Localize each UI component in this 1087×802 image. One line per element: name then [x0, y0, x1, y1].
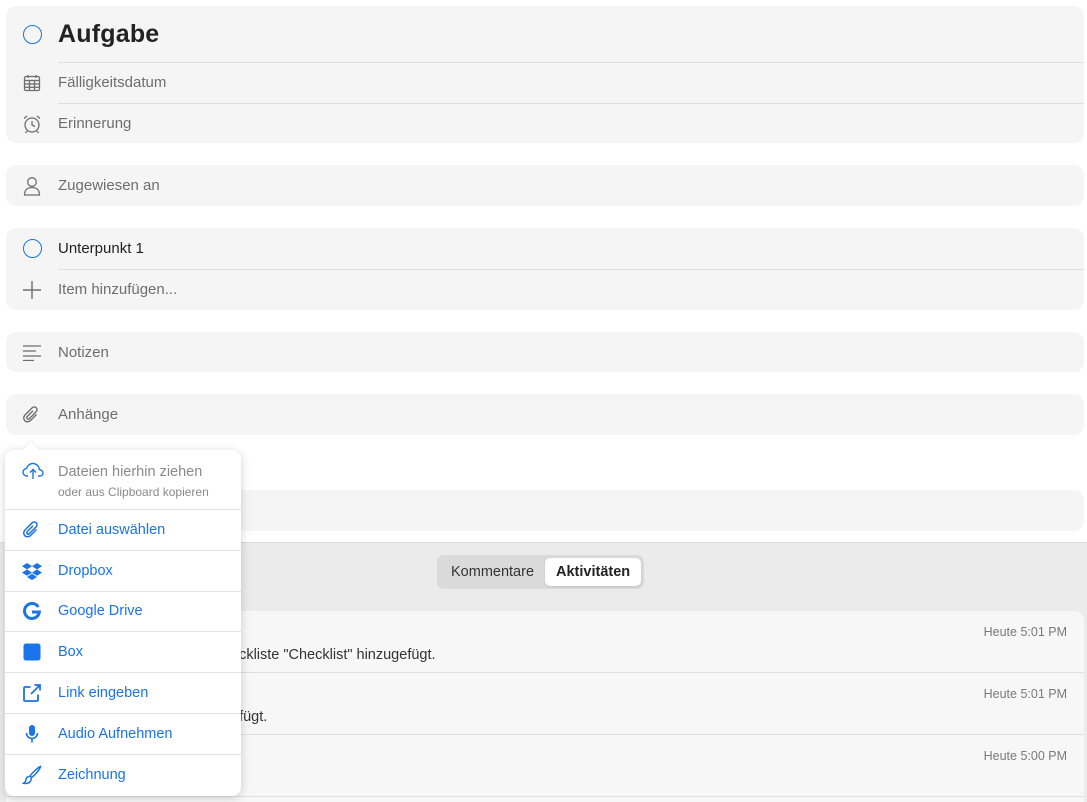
alarm-clock-icon [21, 113, 43, 135]
add-item-input[interactable]: Item hinzufügen... [58, 281, 177, 298]
attach-menu: Dateien hierhin ziehen oder aus Clipboar… [5, 450, 241, 796]
menu-item-label: Zeichnung [58, 767, 126, 784]
task-card: Aufgabe Fälligkeitsdatum Erinnerung [6, 6, 1084, 143]
menu-item-drawing[interactable]: Zeichnung [5, 755, 241, 796]
menu-item-enter-link[interactable]: Link eingeben [5, 673, 241, 714]
menu-item-label: Dropbox [58, 562, 113, 579]
assigned-row[interactable]: Zugewiesen an [6, 165, 1084, 206]
notes-card[interactable]: Notizen [6, 332, 1084, 372]
plus-icon [21, 279, 43, 301]
attachments-card[interactable]: Anhänge [6, 394, 1084, 435]
external-link-icon [22, 683, 42, 703]
complete-circle-icon[interactable] [21, 23, 43, 45]
task-title-row: Aufgabe [6, 6, 1084, 62]
menu-item-record-audio[interactable]: Audio Aufnehmen [5, 714, 241, 755]
checklist-item-circle-icon[interactable] [21, 238, 43, 260]
assigned-label: Zugewiesen an [58, 177, 160, 194]
drop-subtitle: oder aus Clipboard kopieren [58, 485, 209, 499]
menu-item-dropbox[interactable]: Dropbox [5, 551, 241, 592]
drop-title: Dateien hierhin ziehen [58, 464, 203, 480]
cloud-upload-icon [22, 462, 44, 480]
add-item-row[interactable]: Item hinzufügen... [6, 269, 1084, 310]
reminder-row[interactable]: Erinnerung [6, 103, 1084, 144]
assigned-card[interactable]: Zugewiesen an [6, 165, 1084, 206]
google-drive-icon [22, 601, 42, 621]
person-icon [21, 175, 43, 197]
activity-time: Heute 5:01 PM [983, 687, 1067, 701]
tab-comments[interactable]: Kommentare [440, 558, 545, 586]
paperclip-icon [22, 520, 42, 540]
activity-text: eckliste "Checklist" hinzugefügt. [231, 647, 436, 663]
due-date-label: Fälligkeitsdatum [58, 74, 167, 91]
tab-activities[interactable]: Aktivitäten [545, 558, 642, 586]
menu-item-choose-file[interactable]: Datei auswählen [5, 510, 241, 551]
microphone-icon [22, 724, 42, 744]
menu-item-label: Link eingeben [58, 685, 149, 702]
menu-item-google-drive[interactable]: Google Drive [5, 592, 241, 633]
reminder-label: Erinnerung [58, 115, 132, 132]
box-icon [22, 642, 42, 662]
dropbox-icon [22, 561, 42, 581]
calendar-icon [21, 72, 43, 94]
notes-label: Notizen [58, 343, 109, 361]
menu-item-label: Audio Aufnehmen [58, 725, 173, 742]
drop-zone[interactable]: Dateien hierhin ziehen oder aus Clipboar… [5, 450, 241, 510]
brush-icon [22, 765, 42, 785]
activity-time: Heute 5:01 PM [983, 625, 1067, 639]
attachments-row[interactable]: Anhänge [6, 394, 1084, 435]
notes-lines-icon [21, 341, 43, 363]
menu-item-label: Datei auswählen [58, 521, 166, 538]
menu-item-label: Box [58, 644, 83, 661]
menu-item-box[interactable]: Box [5, 632, 241, 674]
notes-row[interactable]: Notizen [6, 332, 1084, 372]
checklist-item[interactable]: Unterpunkt 1 [6, 228, 1084, 269]
menu-item-label: Google Drive [58, 603, 143, 620]
activity-time: Heute 5:00 PM [983, 749, 1067, 763]
checklist-card: Unterpunkt 1 Item hinzufügen... [6, 228, 1084, 310]
attachments-label: Anhänge [58, 406, 119, 423]
paperclip-icon [21, 404, 43, 426]
due-date-row[interactable]: Fälligkeitsdatum [6, 62, 1084, 103]
tab-switcher: Kommentare Aktivitäten [437, 555, 645, 589]
checklist-item-label[interactable]: Unterpunkt 1 [58, 240, 144, 257]
task-title[interactable]: Aufgabe [58, 20, 159, 49]
